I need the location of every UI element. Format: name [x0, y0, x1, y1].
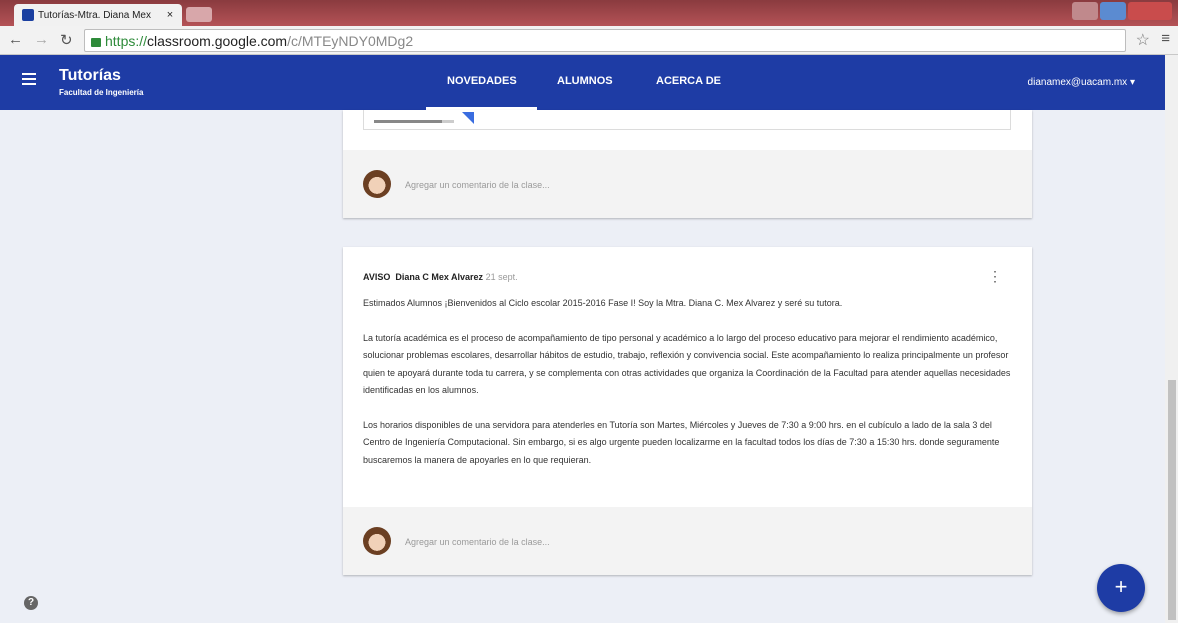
browser-tab[interactable]: Tutorías-Mtra. Diana Mex × — [14, 4, 182, 26]
account-menu[interactable]: dianamex@uacam.mx ▾ — [1028, 77, 1135, 88]
tab-close-icon[interactable]: × — [164, 9, 176, 21]
bookmark-star-icon[interactable]: ☆ — [1136, 30, 1150, 50]
attachment-preview[interactable] — [363, 110, 1011, 130]
tab-title: Tutorías-Mtra. Diana Mex — [38, 9, 151, 21]
stream-post-card: Agregar un comentario de la clase... — [343, 110, 1032, 218]
maximize-button[interactable] — [1100, 2, 1126, 20]
post-header: AVISO Diana C Mex Alvarez 21 sept. — [363, 272, 518, 282]
class-title[interactable]: Tutorías — [59, 67, 121, 85]
hamburger-menu-icon[interactable] — [22, 73, 36, 88]
new-tab-button[interactable] — [186, 7, 212, 22]
minimize-button[interactable] — [1072, 2, 1098, 20]
comment-placeholder[interactable]: Agregar un comentario de la clase... — [405, 537, 550, 547]
avatar — [363, 527, 391, 555]
scrollbar-thumb[interactable] — [1168, 380, 1176, 620]
forward-arrow-icon[interactable]: → — [34, 31, 49, 48]
attachment-corner-icon — [462, 112, 474, 124]
help-icon[interactable]: ? — [24, 596, 38, 610]
class-subtitle: Facultad de Ingeniería — [59, 88, 144, 97]
post-type-label: AVISO — [363, 272, 391, 282]
comment-placeholder[interactable]: Agregar un comentario de la clase... — [405, 180, 550, 190]
class-comment-box[interactable]: Agregar un comentario de la clase... — [343, 150, 1032, 218]
account-email: dianamex@uacam.mx — [1027, 77, 1128, 88]
post-paragraph: La tutoría académica es el proceso de ac… — [363, 332, 1011, 396]
dropdown-caret-icon: ▾ — [1129, 77, 1135, 88]
window-close-button[interactable] — [1128, 2, 1172, 20]
url-scheme: https:// — [105, 32, 148, 49]
more-options-icon[interactable]: ⋮ — [988, 269, 1002, 283]
reload-icon[interactable]: ↻ — [60, 31, 73, 49]
url-bar[interactable]: https://classroom.google.com/c/MTEyNDY0M… — [84, 29, 1126, 52]
tab-alumnos[interactable]: ALUMNOS — [557, 75, 613, 87]
browser-toolbar: ← → ↻ https://classroom.google.com/c/MTE… — [0, 26, 1178, 55]
url-host: classroom.google.com — [147, 32, 288, 49]
post-body: Estimados Alumnos ¡Bienvenidos al Ciclo … — [363, 295, 1015, 486]
post-author[interactable]: Diana C Mex Alvarez — [395, 272, 483, 282]
attachment-progress-fill — [374, 120, 442, 123]
window-controls — [1070, 2, 1172, 20]
post-paragraph: Los horarios disponibles de una servidor… — [363, 419, 1000, 465]
browser-menu-icon[interactable]: ≡ — [1161, 30, 1170, 47]
avatar — [363, 170, 391, 198]
browser-titlebar: Tutorías-Mtra. Diana Mex × — [0, 0, 1178, 26]
post-paragraph: Estimados Alumnos ¡Bienvenidos al Ciclo … — [363, 298, 843, 308]
tab-novedades[interactable]: NOVEDADES — [447, 75, 517, 87]
post-date: 21 sept. — [485, 272, 518, 282]
announcement-card: AVISO Diana C Mex Alvarez 21 sept. ⋮ Est… — [343, 247, 1032, 575]
url-path: /c/MTEyNDY0MDg2 — [287, 32, 414, 49]
lock-icon — [91, 38, 101, 47]
tab-acerca-de[interactable]: ACERCA DE — [656, 75, 721, 87]
back-arrow-icon[interactable]: ← — [8, 31, 23, 48]
classroom-favicon-icon — [22, 9, 34, 21]
app-header: Tutorías Facultad de Ingeniería NOVEDADE… — [0, 55, 1165, 110]
attachment-progress-track — [374, 120, 454, 123]
class-comment-box[interactable]: Agregar un comentario de la clase... — [343, 507, 1032, 575]
add-post-fab-button[interactable]: + — [1097, 564, 1145, 612]
